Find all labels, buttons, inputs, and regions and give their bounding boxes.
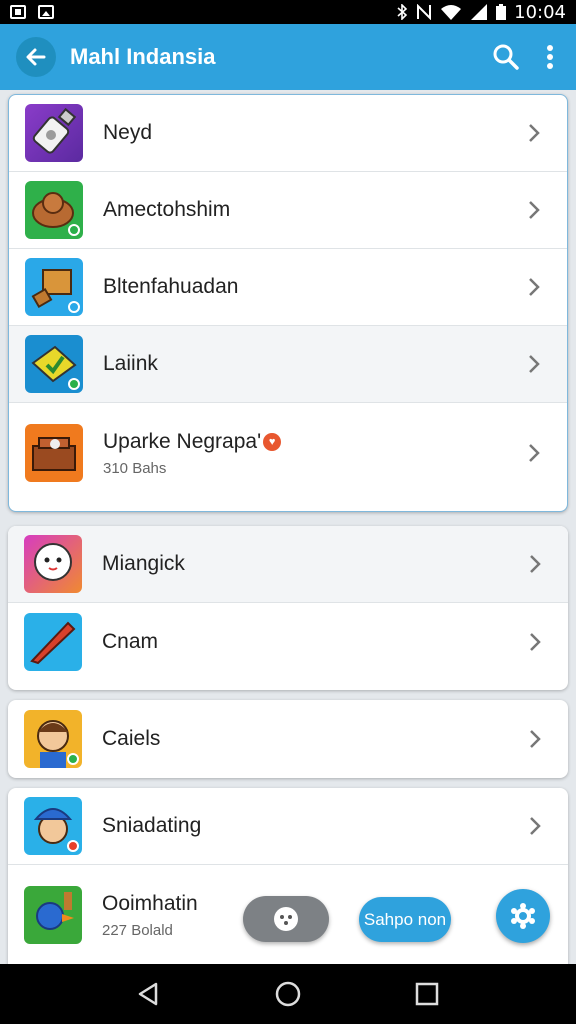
item-label: Ooimhatin xyxy=(102,891,198,915)
app-group-card: Neyd Amectohshim Bltenfahuadan Laiink Up… xyxy=(8,94,568,512)
chevron-right-icon xyxy=(529,201,540,219)
page-title: Mahl Indansia xyxy=(70,44,216,69)
list-item[interactable]: Laiink xyxy=(9,326,567,403)
navigation-bar xyxy=(0,964,576,1024)
red-knife-icon xyxy=(24,612,82,671)
list-item[interactable]: Caiels xyxy=(8,700,568,777)
more-options-icon[interactable] xyxy=(546,44,554,70)
chevron-right-icon xyxy=(529,278,540,296)
list-item[interactable]: Miangick xyxy=(8,526,568,603)
home-nav-icon[interactable] xyxy=(275,981,301,1007)
battery-icon xyxy=(496,4,507,20)
signal-icon xyxy=(471,4,488,20)
recents-nav-icon[interactable] xyxy=(414,981,440,1007)
status-time: 10:04 xyxy=(514,1,566,23)
chevron-right-icon xyxy=(530,817,541,835)
ghost-face-icon xyxy=(24,535,82,593)
action-pill-button[interactable]: Sahpo non xyxy=(359,897,451,942)
list-item[interactable]: Neyd xyxy=(9,95,567,172)
box-tool-icon xyxy=(25,258,83,316)
chevron-right-icon xyxy=(529,124,540,142)
chevron-right-icon xyxy=(530,632,541,651)
emoji-button[interactable] xyxy=(243,896,329,942)
back-nav-icon[interactable] xyxy=(136,981,162,1007)
toolbox-icon xyxy=(25,424,83,482)
list-item[interactable]: Bltenfahuadan xyxy=(9,249,567,326)
badge-icon xyxy=(68,224,80,236)
search-icon[interactable] xyxy=(492,43,520,71)
arrow-left-icon xyxy=(26,48,46,66)
bread-icon xyxy=(25,181,83,239)
character-face-icon xyxy=(24,709,82,768)
item-label: Amectohshim xyxy=(103,198,231,221)
item-sublabel: 227 Bolald xyxy=(102,921,173,939)
bluetooth-icon xyxy=(397,4,408,20)
item-label: Cnam xyxy=(102,629,159,653)
item-label: Uparke Negrapa' xyxy=(103,429,262,453)
badge-icon xyxy=(68,301,80,313)
item-label: Laiink xyxy=(103,352,158,375)
chevron-right-icon xyxy=(530,555,541,573)
item-label: Caiels xyxy=(102,726,161,750)
status-bar: 10:04 xyxy=(0,0,576,24)
chevron-right-icon xyxy=(529,355,540,373)
heart-icon: ♥ xyxy=(263,432,282,451)
item-label: Sniadating xyxy=(102,814,202,837)
app-group-card: Caiels xyxy=(8,700,568,778)
cartoon-hat-icon xyxy=(24,797,82,855)
back-button[interactable] xyxy=(16,37,56,77)
list-item[interactable]: Cnam xyxy=(8,603,568,680)
gear-icon xyxy=(511,903,535,929)
settings-fab[interactable] xyxy=(496,889,550,943)
chevron-right-icon xyxy=(529,444,540,462)
list-item[interactable]: Amectohshim xyxy=(9,172,567,249)
app-list-container: Neyd Amectohshim Bltenfahuadan Laiink Up… xyxy=(0,90,576,964)
app-group-card: Miangick Cnam xyxy=(8,526,568,690)
list-item[interactable]: Sniadating xyxy=(8,788,568,865)
badge-icon xyxy=(67,752,79,765)
item-label: Miangick xyxy=(102,552,185,575)
item-label: Bltenfahuadan xyxy=(103,275,239,298)
notification-icon xyxy=(10,5,26,19)
green-check-icon xyxy=(25,335,83,393)
badge-icon xyxy=(67,840,79,852)
app-bar: Mahl Indansia xyxy=(0,24,576,90)
badge-icon xyxy=(68,378,80,390)
usb-drive-icon xyxy=(25,104,83,162)
list-item[interactable]: Uparke Negrapa' ♥ 310 Bahs xyxy=(9,403,567,503)
nfc-icon xyxy=(417,4,432,20)
image-notification-icon xyxy=(38,5,54,19)
bird-game-icon xyxy=(24,886,82,944)
smiley-face-icon xyxy=(274,907,298,931)
item-label: Neyd xyxy=(103,121,153,144)
item-sublabel: 310 Bahs xyxy=(103,459,167,477)
wifi-icon xyxy=(441,5,462,20)
chevron-right-icon xyxy=(530,729,541,748)
